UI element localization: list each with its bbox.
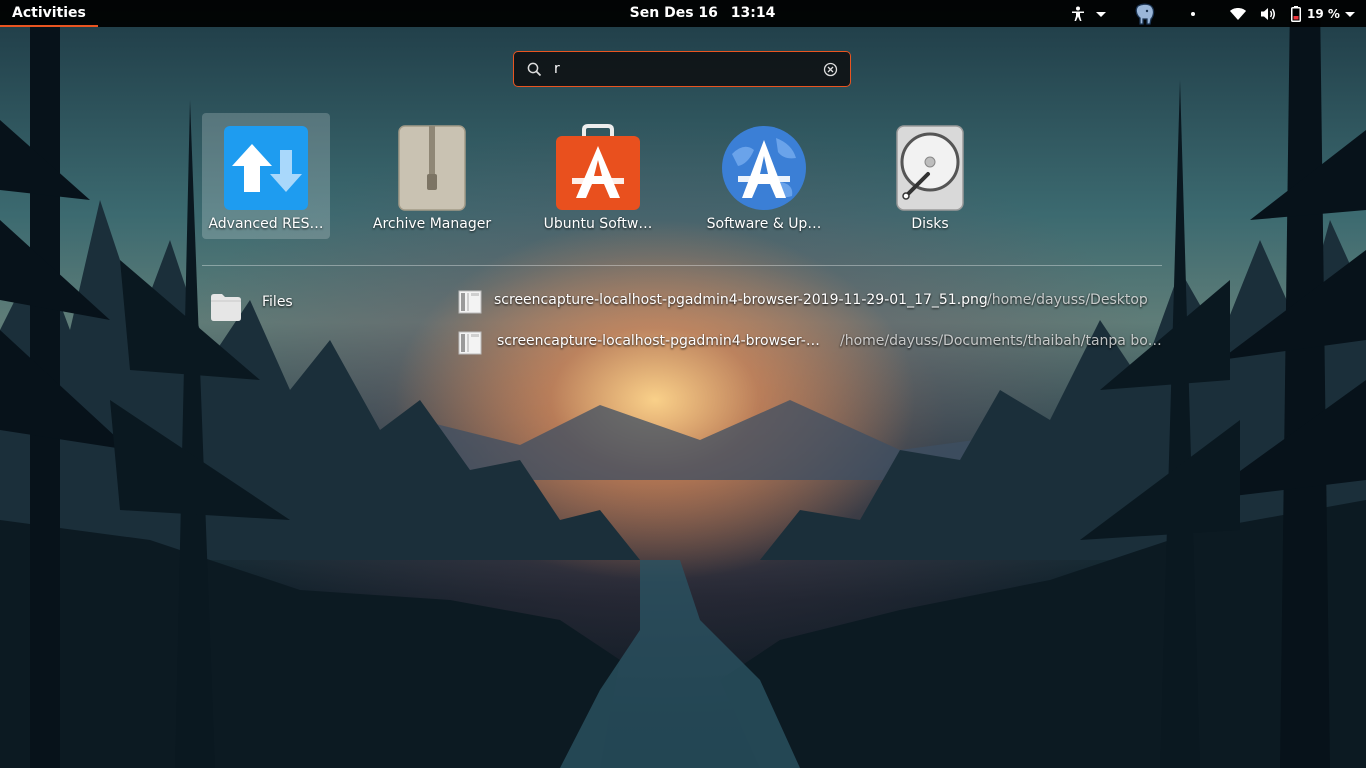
clock-time: 13:14 bbox=[730, 5, 776, 21]
app-disks[interactable]: Disks bbox=[866, 113, 994, 239]
app-label: Advanced RES… bbox=[208, 216, 324, 232]
accessibility-menu[interactable] bbox=[1071, 0, 1107, 27]
app-archive-manager[interactable]: Archive Manager bbox=[368, 113, 496, 239]
globe-update-icon bbox=[720, 124, 808, 212]
accessibility-icon bbox=[1072, 6, 1084, 21]
app-software-updates[interactable]: Software & Up… bbox=[700, 113, 828, 239]
file-result[interactable]: screencapture-localhost-pgadmin4-browser… bbox=[458, 331, 1162, 357]
provider-label: Files bbox=[262, 294, 293, 310]
image-file-icon bbox=[458, 290, 482, 314]
disk-icon bbox=[886, 124, 974, 212]
transfer-arrows-icon bbox=[222, 124, 310, 212]
clock-date: Sen Des 16 bbox=[629, 5, 718, 21]
folder-icon bbox=[211, 294, 241, 321]
app-label: Archive Manager bbox=[372, 216, 492, 232]
image-file-icon bbox=[458, 331, 482, 355]
search-box bbox=[513, 51, 851, 87]
app-ubuntu-software[interactable]: Ubuntu Softw… bbox=[534, 113, 662, 239]
app-label: Disks bbox=[911, 216, 949, 232]
chevron-down-icon bbox=[1345, 11, 1355, 17]
battery-icon bbox=[1291, 5, 1301, 22]
activities-button[interactable]: Activities bbox=[0, 0, 98, 27]
indicator-dot[interactable] bbox=[1190, 0, 1196, 27]
app-label: Software & Up… bbox=[706, 216, 822, 232]
clear-icon[interactable] bbox=[823, 62, 838, 77]
file-result[interactable]: screencapture-localhost-pgadmin4-browser… bbox=[458, 290, 1158, 316]
dot-icon bbox=[1191, 11, 1195, 16]
shopping-bag-icon bbox=[554, 124, 642, 212]
volume-indicator[interactable] bbox=[1260, 0, 1276, 27]
archive-zipper-icon bbox=[388, 124, 476, 212]
top-bar: Activities Sen Des 16 13:14 19 % bbox=[0, 0, 1366, 27]
file-path: /home/dayuss/Desktop bbox=[987, 292, 1148, 308]
volume-icon bbox=[1261, 7, 1275, 20]
file-path: /home/dayuss/Documents/thaibah/tanpa bo… bbox=[840, 333, 1162, 349]
battery-percentage: 19 % bbox=[1307, 6, 1340, 21]
app-label: Ubuntu Softw… bbox=[543, 216, 653, 232]
elephant-icon bbox=[1135, 3, 1155, 25]
chevron-down-icon bbox=[1096, 11, 1106, 17]
power-menu[interactable] bbox=[1344, 0, 1356, 27]
postgres-indicator[interactable] bbox=[1134, 0, 1156, 27]
app-advanced-rest[interactable]: Advanced RES… bbox=[202, 113, 330, 239]
search-input[interactable] bbox=[554, 59, 804, 79]
search-icon bbox=[527, 62, 542, 77]
results-separator bbox=[202, 265, 1162, 266]
wifi-icon bbox=[1230, 8, 1246, 20]
file-name: screencapture-localhost-pgadmin4-browser… bbox=[494, 292, 988, 308]
wifi-indicator[interactable] bbox=[1230, 0, 1246, 27]
clock[interactable]: Sen Des 16 13:14 bbox=[600, 0, 805, 27]
battery-indicator[interactable]: 19 % bbox=[1291, 0, 1340, 27]
file-name: screencapture-localhost-pgadmin4-browser… bbox=[497, 333, 820, 349]
